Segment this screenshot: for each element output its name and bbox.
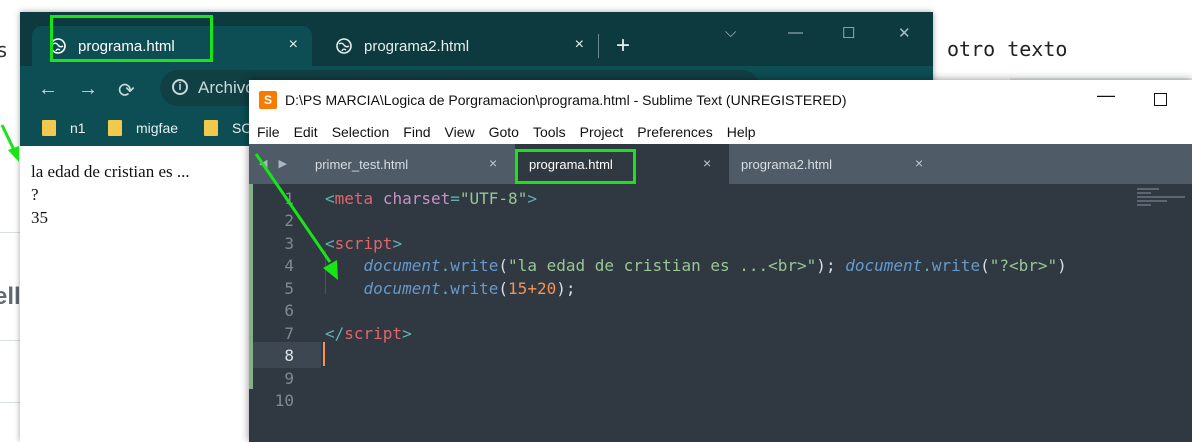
arrow-line-left bbox=[0, 124, 16, 151]
arrow-head-center bbox=[323, 260, 338, 280]
annotation-arrows bbox=[0, 124, 338, 280]
arrow-head-left bbox=[8, 146, 19, 162]
arrow-line-center bbox=[254, 153, 332, 263]
